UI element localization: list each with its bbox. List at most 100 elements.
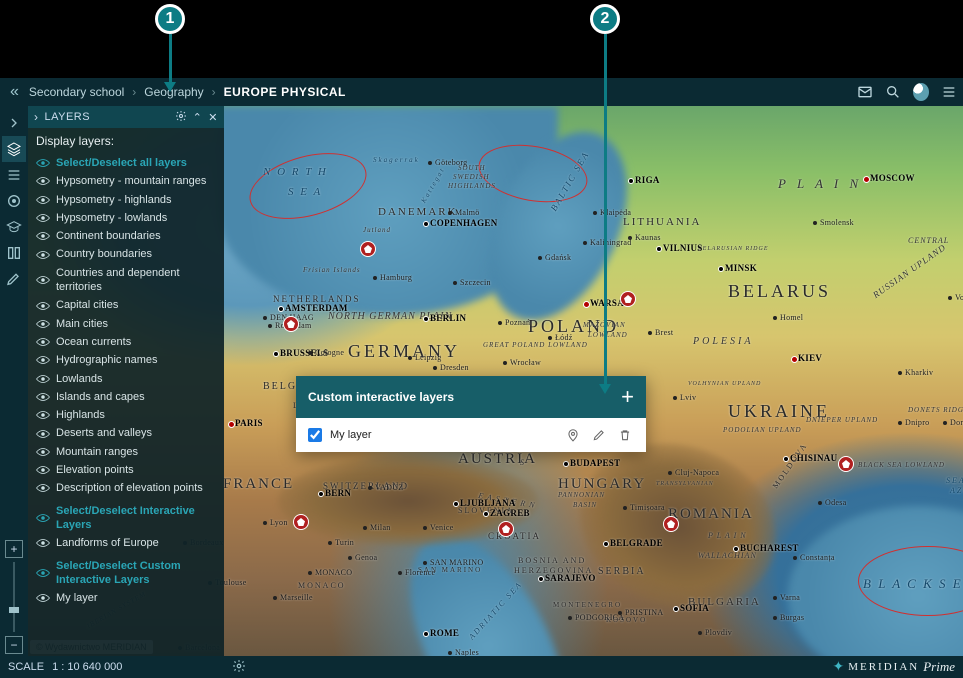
layer-toggle[interactable]: Elevation points [36, 461, 216, 479]
eye-icon [36, 568, 50, 578]
tool-legend[interactable] [2, 162, 26, 188]
breadcrumb-level-1[interactable]: Secondary school [29, 85, 124, 99]
eye-icon [36, 195, 50, 205]
layer-label: Description of elevation points [56, 481, 216, 495]
layer-toggle[interactable]: Mountain ranges [36, 443, 216, 461]
city-marker [668, 471, 672, 475]
layer-toggle[interactable]: Description of elevation points [36, 479, 216, 497]
city-marker [818, 501, 822, 505]
zoom-out-button[interactable]: − [5, 636, 23, 654]
callout-1: 1 [155, 4, 185, 92]
landform-marker[interactable] [663, 516, 679, 532]
layers-collapse-toggle[interactable]: › [34, 110, 39, 124]
search-icon[interactable] [885, 84, 901, 100]
city-marker [628, 178, 634, 184]
landform-marker[interactable] [293, 514, 309, 530]
popup-layer-checkbox[interactable] [308, 428, 322, 442]
city-marker [773, 616, 777, 620]
city-marker [628, 236, 632, 240]
city-marker [783, 456, 789, 462]
layer-toggle[interactable]: Hypsometry - highlands [36, 191, 216, 209]
popup-delete-icon[interactable] [616, 426, 634, 444]
tool-library[interactable] [2, 240, 26, 266]
layer-toggle[interactable]: Capital cities [36, 296, 216, 314]
layer-label: Hydrographic names [56, 353, 216, 367]
city-marker [363, 526, 367, 530]
city-marker [673, 606, 679, 612]
layers-close-icon[interactable]: ✕ [208, 111, 218, 124]
layer-toggle[interactable]: Continent boundaries [36, 227, 216, 245]
menu-icon[interactable] [941, 84, 957, 100]
city-marker [583, 241, 587, 245]
mail-icon[interactable] [857, 84, 873, 100]
callout-2: 2 [590, 4, 620, 394]
layers-panel: Display layers: Select/Deselect all laye… [28, 128, 224, 656]
zoom-slider[interactable] [13, 562, 15, 632]
layer-label: Hypsometry - lowlands [56, 211, 216, 225]
tool-education[interactable] [2, 214, 26, 240]
landform-marker[interactable] [498, 521, 514, 537]
layer-toggle[interactable]: Lowlands [36, 370, 216, 388]
landform-marker[interactable] [360, 241, 376, 257]
tool-draw[interactable] [2, 266, 26, 292]
city-marker [673, 396, 677, 400]
layer-label: Hypsometry - mountain ranges [56, 174, 216, 188]
landform-marker[interactable] [838, 456, 854, 472]
layer-toggle[interactable]: My layer [36, 589, 216, 607]
city-marker [898, 371, 902, 375]
popup-edit-icon[interactable] [590, 426, 608, 444]
zoom-in-button[interactable]: + [5, 540, 23, 558]
popup-layer-row: My layer [296, 418, 646, 452]
city-marker [448, 211, 452, 215]
layers-panel-title: LAYERS [45, 111, 169, 123]
layer-toggle[interactable]: Main cities [36, 315, 216, 333]
city-marker [453, 501, 459, 507]
tool-places[interactable] [2, 188, 26, 214]
city-marker [718, 266, 724, 272]
tool-layers[interactable] [2, 136, 26, 162]
tool-expand[interactable] [2, 110, 26, 136]
layers-settings-icon[interactable] [175, 110, 187, 125]
city-marker [733, 546, 739, 552]
brand-logo: ✦ MERIDIAN Prime [832, 659, 955, 676]
layers-select-interactive[interactable]: Select/Deselect Interactive Layers [36, 502, 216, 535]
eye-icon [36, 319, 50, 329]
layers-minimize-icon[interactable]: ⌃ [193, 111, 203, 124]
layers-select-all[interactable]: Select/Deselect all layers [36, 154, 216, 172]
footer-settings-icon[interactable] [232, 659, 246, 676]
popup-pin-icon[interactable] [564, 426, 582, 444]
layer-label: Islands and capes [56, 390, 216, 404]
popup-add-button[interactable]: + [621, 386, 634, 408]
eye-icon [36, 429, 50, 439]
layer-toggle[interactable]: Islands and capes [36, 388, 216, 406]
user-avatar[interactable] [913, 84, 929, 100]
city-marker [273, 351, 279, 357]
layer-toggle[interactable]: Highlands [36, 406, 216, 424]
layer-toggle[interactable]: Deserts and valleys [36, 424, 216, 442]
city-marker [863, 176, 870, 183]
city-marker [308, 351, 312, 355]
layer-toggle[interactable]: Hypsometry - mountain ranges [36, 172, 216, 190]
layer-toggle[interactable]: Hydrographic names [36, 351, 216, 369]
eye-icon [36, 465, 50, 475]
city-marker [368, 486, 372, 490]
city-marker [423, 221, 429, 227]
layer-toggle[interactable]: Country boundaries [36, 245, 216, 263]
layer-toggle[interactable]: Hypsometry - lowlands [36, 209, 216, 227]
eye-icon [36, 593, 50, 603]
left-toolbar: + − [0, 106, 28, 656]
city-marker [563, 461, 569, 467]
city-marker [648, 331, 652, 335]
landform-marker[interactable] [283, 316, 299, 332]
layer-toggle[interactable]: Countries and dependent territories [36, 264, 216, 297]
zoom-thumb[interactable] [9, 607, 19, 613]
layer-toggle[interactable]: Ocean currents [36, 333, 216, 351]
landform-marker[interactable] [620, 291, 636, 307]
back-button[interactable]: « [6, 83, 23, 101]
layers-select-custom[interactable]: Select/Deselect Custom Interactive Layer… [36, 557, 216, 590]
layers-panel-header: › LAYERS ⌃ ✕ [28, 106, 224, 128]
layer-toggle[interactable]: Landforms of Europe [36, 534, 216, 552]
layer-label: Country boundaries [56, 247, 216, 261]
brand-plus-icon: ✦ [832, 659, 844, 676]
eye-icon [36, 513, 50, 523]
